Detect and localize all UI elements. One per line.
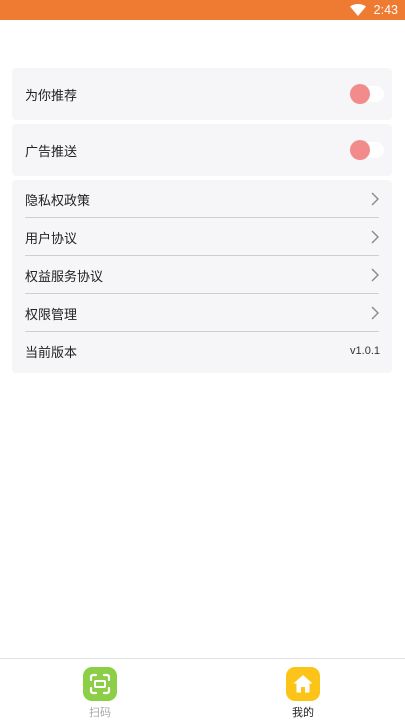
benefits-agreement-label: 权益服务协议 bbox=[25, 269, 104, 285]
chevron-right-icon bbox=[371, 230, 379, 244]
version-label: 当前版本 bbox=[25, 345, 78, 361]
status-time: 2:43 bbox=[373, 3, 398, 17]
recommend-setting-card: 为你推荐 bbox=[12, 68, 392, 120]
privacy-policy-item[interactable]: 隐私权政策 bbox=[12, 180, 392, 218]
recommend-setting-row: 为你推荐 bbox=[12, 68, 392, 120]
scan-icon bbox=[83, 667, 117, 701]
toggle-knob bbox=[350, 84, 370, 104]
recommend-label: 为你推荐 bbox=[25, 88, 78, 104]
tab-scan[interactable]: 扫码 bbox=[70, 667, 130, 720]
chevron-right-icon bbox=[371, 306, 379, 320]
home-icon bbox=[286, 667, 320, 701]
tab-mine[interactable]: 我的 bbox=[273, 667, 333, 720]
user-agreement-item[interactable]: 用户协议 bbox=[12, 218, 392, 256]
privacy-policy-label: 隐私权政策 bbox=[25, 193, 91, 209]
tab-scan-label: 扫码 bbox=[89, 706, 111, 719]
user-agreement-label: 用户协议 bbox=[25, 231, 78, 247]
ads-setting-card: 广告推送 bbox=[12, 124, 392, 176]
settings-list-card: 隐私权政策 用户协议 权益服务协议 权限管理 当前版本 v1.0.1 bbox=[12, 180, 392, 373]
tab-mine-label: 我的 bbox=[292, 706, 314, 719]
ads-setting-row: 广告推送 bbox=[12, 124, 392, 176]
benefits-agreement-item[interactable]: 权益服务协议 bbox=[12, 256, 392, 294]
permission-management-label: 权限管理 bbox=[25, 307, 78, 323]
version-item: 当前版本 v1.0.1 bbox=[12, 332, 392, 370]
status-bar: 2:43 bbox=[0, 0, 405, 20]
ads-label: 广告推送 bbox=[25, 144, 78, 160]
bottom-tab-bar: 扫码 我的 bbox=[0, 658, 405, 720]
version-value: v1.0.1 bbox=[350, 345, 380, 357]
chevron-right-icon bbox=[371, 268, 379, 282]
toggle-knob bbox=[350, 140, 370, 160]
recommend-toggle[interactable] bbox=[350, 84, 384, 104]
ads-toggle[interactable] bbox=[350, 140, 384, 160]
permission-management-item[interactable]: 权限管理 bbox=[12, 294, 392, 332]
wifi-icon bbox=[349, 4, 366, 16]
chevron-right-icon bbox=[371, 192, 379, 206]
